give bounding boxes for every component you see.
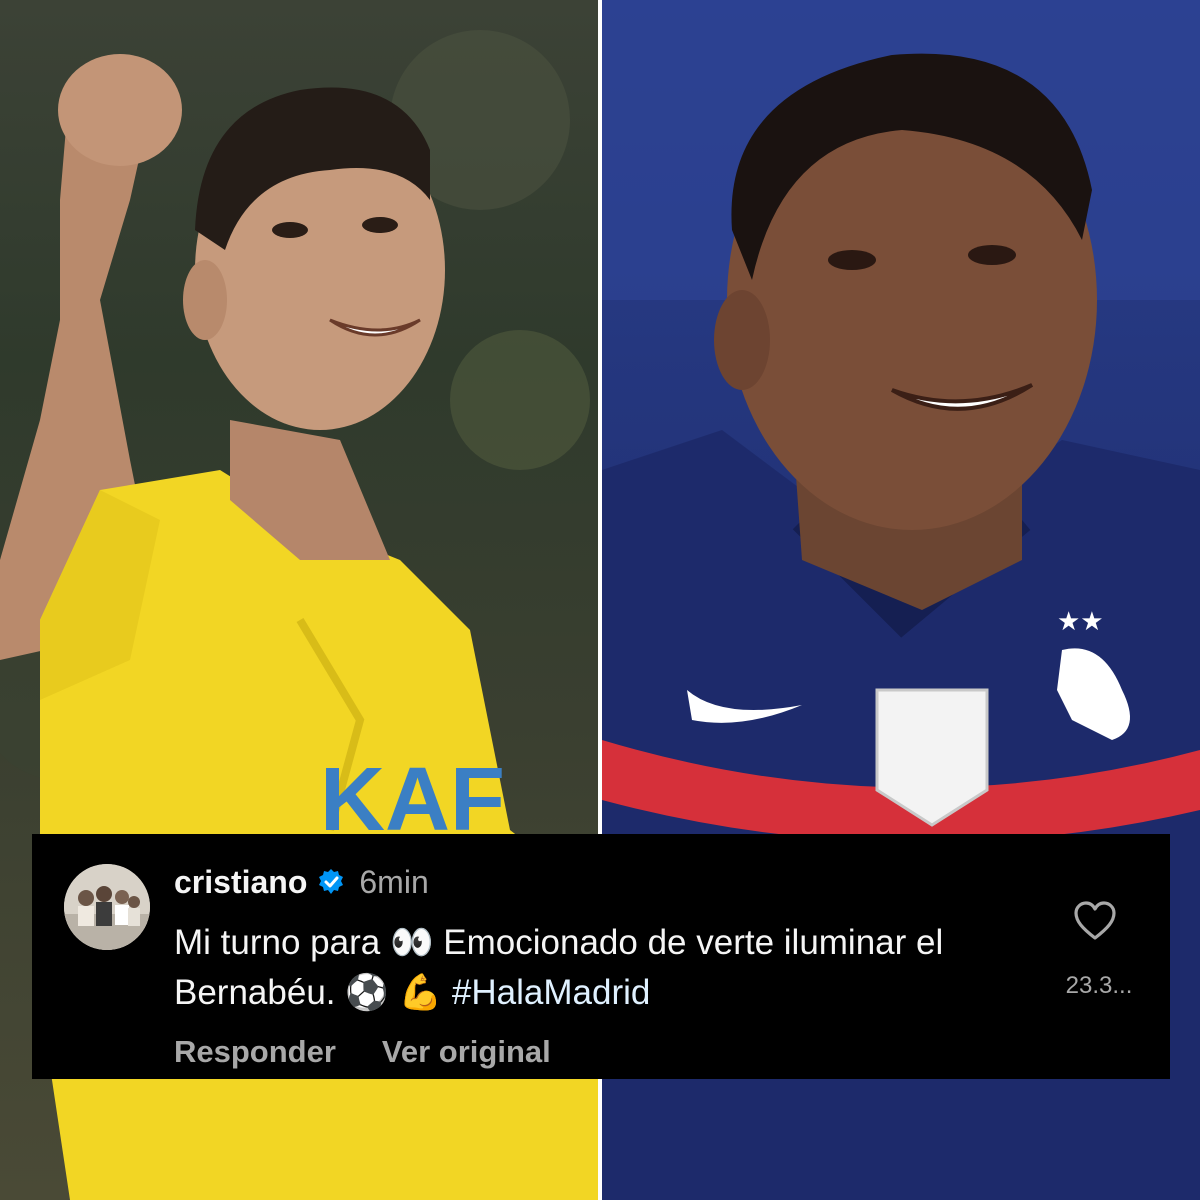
- like-count: 23.3...: [1065, 972, 1133, 999]
- reply-button[interactable]: Responder: [174, 1034, 336, 1070]
- verified-badge-icon: [317, 868, 345, 896]
- see-original-button[interactable]: Ver original: [382, 1034, 551, 1070]
- screenshot-stage: KAF ★★ cristiano 6min Mi turno para 👀 Em…: [0, 0, 1200, 1200]
- svg-text:★★: ★★: [1057, 607, 1104, 637]
- flexed-biceps-emoji: 💪: [398, 973, 443, 1013]
- soccer-ball-emoji: ⚽: [345, 973, 389, 1013]
- eyes-emoji: 👀: [389, 923, 434, 963]
- heart-icon[interactable]: [1072, 898, 1118, 944]
- comment-actions: Responder Ver original: [174, 1034, 551, 1070]
- avatar-image: [64, 864, 150, 950]
- comment-card: cristiano 6min Mi turno para 👀 Emocionad…: [32, 834, 1170, 1079]
- hashtag-link[interactable]: #HalaMadrid: [452, 973, 650, 1012]
- comment-username[interactable]: cristiano: [174, 864, 307, 901]
- user-avatar[interactable]: [64, 864, 150, 950]
- comment-header: cristiano 6min: [174, 862, 429, 902]
- comment-body: Mi turno para 👀 Emocionado de verte ilum…: [174, 918, 1034, 1018]
- comment-timestamp: 6min: [359, 863, 429, 900]
- comment-text-part1: Mi turno para: [174, 923, 381, 962]
